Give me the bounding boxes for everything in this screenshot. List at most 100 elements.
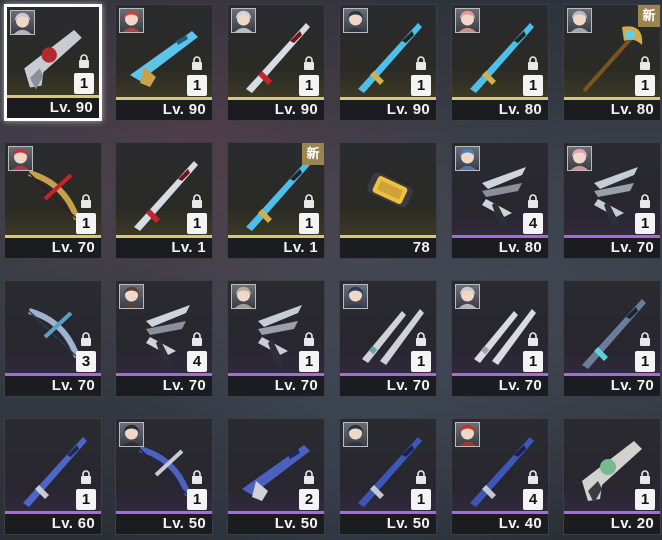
new-badge: 新 <box>638 5 660 27</box>
character-avatar-icon <box>455 146 480 171</box>
weapon-inventory-grid: 1 Lv. 90 1 Lv. 90 1 Lv. 90 1 Lv. 90 1 Lv… <box>0 0 662 540</box>
weapon-level: Lv. 1 <box>283 239 318 256</box>
new-badge: 新 <box>302 143 324 165</box>
card-footer: Lv. 90 <box>116 97 212 120</box>
card-footer: Lv. 80 <box>452 97 548 120</box>
character-avatar-icon <box>231 8 256 33</box>
weapon-image <box>367 172 413 208</box>
weapon-level: Lv. 50 <box>162 515 206 532</box>
card-footer: Lv. 90 <box>7 95 99 118</box>
character-avatar-icon <box>455 284 480 309</box>
weapon-card[interactable]: 1 Lv. 60 <box>4 418 102 535</box>
card-footer: Lv. 50 <box>340 511 436 534</box>
item-count: 1 <box>187 489 207 510</box>
weapon-level: Lv. 80 <box>498 239 542 256</box>
weapon-level: Lv. 70 <box>498 377 542 394</box>
card-footer: Lv. 60 <box>5 511 101 534</box>
weapon-card[interactable]: 1 Lv. 90 <box>227 4 325 121</box>
weapon-card[interactable]: 新 1 Lv. 80 <box>563 4 661 121</box>
lock-icon <box>304 56 314 70</box>
weapon-level: Lv. 70 <box>274 377 318 394</box>
weapon-level: Lv. 70 <box>162 377 206 394</box>
weapon-card[interactable]: 4 Lv. 70 <box>115 280 213 397</box>
weapon-card[interactable]: 1 Lv. 80 <box>451 4 549 121</box>
item-count: 1 <box>523 351 543 372</box>
weapon-card[interactable]: 2 Lv. 50 <box>227 418 325 535</box>
card-footer: Lv. 70 <box>564 373 660 396</box>
item-count: 1 <box>76 489 96 510</box>
card-footer: Lv. 70 <box>228 373 324 396</box>
lock-icon <box>81 194 91 208</box>
item-count: 1 <box>187 213 207 234</box>
card-footer: Lv. 70 <box>564 235 660 258</box>
card-footer: Lv. 70 <box>5 373 101 396</box>
weapon-card[interactable]: 78 <box>339 142 437 259</box>
weapon-card[interactable]: 新 1 Lv. 1 <box>227 142 325 259</box>
card-footer: Lv. 70 <box>452 373 548 396</box>
lock-icon <box>640 194 650 208</box>
lock-icon <box>416 470 426 484</box>
weapon-card[interactable]: 1 Lv. 70 <box>563 142 661 259</box>
item-count: 1 <box>299 75 319 96</box>
weapon-card[interactable]: 4 Lv. 40 <box>451 418 549 535</box>
lock-icon <box>81 332 91 346</box>
card-footer: Lv. 70 <box>340 373 436 396</box>
character-avatar-icon <box>8 146 33 171</box>
weapon-card[interactable]: 1 Lv. 70 <box>339 280 437 397</box>
lock-icon <box>304 332 314 346</box>
weapon-level: Lv. 60 <box>51 515 95 532</box>
weapon-card[interactable]: 1 Lv. 70 <box>4 142 102 259</box>
card-footer: Lv. 40 <box>452 511 548 534</box>
weapon-card[interactable]: 1 Lv. 50 <box>115 418 213 535</box>
weapon-level: Lv. 90 <box>49 99 93 116</box>
weapon-card[interactable]: 1 Lv. 20 <box>563 418 661 535</box>
weapon-card[interactable]: 1 Lv. 70 <box>563 280 661 397</box>
weapon-level: Lv. 50 <box>386 515 430 532</box>
weapon-level: Lv. 70 <box>51 239 95 256</box>
weapon-level: Lv. 90 <box>274 101 318 118</box>
weapon-level: Lv. 70 <box>610 377 654 394</box>
lock-icon <box>81 470 91 484</box>
card-footer: Lv. 70 <box>116 373 212 396</box>
card-footer: Lv. 80 <box>452 235 548 258</box>
lock-icon <box>304 470 314 484</box>
character-avatar-icon <box>10 10 35 35</box>
card-footer: Lv. 20 <box>564 511 660 534</box>
item-count: 1 <box>411 75 431 96</box>
item-count: 1 <box>635 213 655 234</box>
item-count: 1 <box>635 351 655 372</box>
card-footer: Lv. 50 <box>228 511 324 534</box>
character-avatar-icon <box>455 8 480 33</box>
weapon-card[interactable]: 1 Lv. 90 <box>4 4 102 121</box>
lock-icon <box>416 332 426 346</box>
weapon-card[interactable]: 3 Lv. 70 <box>4 280 102 397</box>
weapon-card[interactable]: 1 Lv. 70 <box>227 280 325 397</box>
weapon-card[interactable]: 1 Lv. 90 <box>339 4 437 121</box>
weapon-card[interactable]: 1 Lv. 50 <box>339 418 437 535</box>
card-footer: Lv. 70 <box>5 235 101 258</box>
weapon-level: Lv. 80 <box>610 101 654 118</box>
item-count: 4 <box>523 489 543 510</box>
character-avatar-icon <box>567 8 592 33</box>
weapon-card[interactable]: 1 Lv. 70 <box>451 280 549 397</box>
item-count: 4 <box>187 351 207 372</box>
item-count: 1 <box>299 213 319 234</box>
item-count: 2 <box>299 489 319 510</box>
character-avatar-icon <box>343 8 368 33</box>
lock-icon <box>640 332 650 346</box>
weapon-card[interactable]: 4 Lv. 80 <box>451 142 549 259</box>
weapon-card[interactable]: 1 Lv. 90 <box>115 4 213 121</box>
lock-icon <box>192 332 202 346</box>
card-footer: Lv. 1 <box>228 235 324 258</box>
character-avatar-icon <box>119 422 144 447</box>
card-footer: Lv. 1 <box>116 235 212 258</box>
character-avatar-icon <box>231 284 256 309</box>
item-count: 1 <box>635 75 655 96</box>
weapon-card[interactable]: 1 Lv. 1 <box>115 142 213 259</box>
lock-icon <box>192 56 202 70</box>
lock-icon <box>79 54 89 68</box>
lock-icon <box>640 56 650 70</box>
character-avatar-icon <box>567 146 592 171</box>
item-count: 1 <box>523 75 543 96</box>
item-count: 1 <box>411 351 431 372</box>
